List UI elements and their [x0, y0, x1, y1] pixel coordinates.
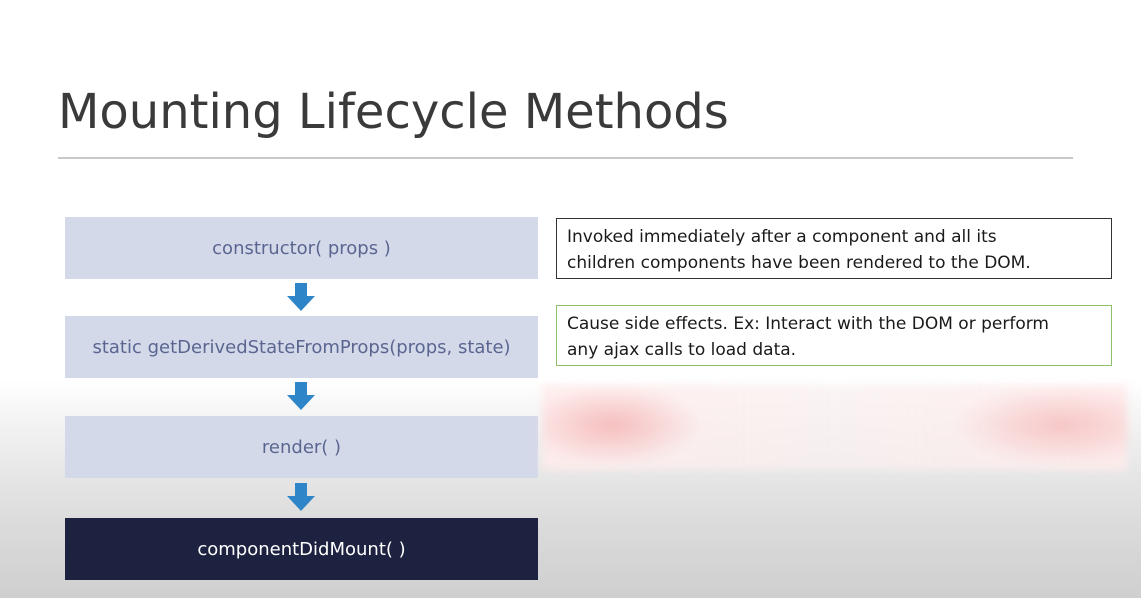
- note-line: Cause side effects. Ex: Interact with th…: [567, 314, 1049, 334]
- step-get-derived-state: static getDerivedStateFromProps(props, s…: [65, 316, 538, 378]
- note-line: children components have been rendered t…: [567, 253, 1031, 273]
- step-component-did-mount: componentDidMount( ): [65, 518, 538, 580]
- arrow-down-icon: [287, 283, 315, 311]
- note-invoked: Invoked immediately after a component an…: [556, 218, 1112, 279]
- arrow-down-icon: [287, 483, 315, 511]
- title-divider: [58, 157, 1073, 159]
- slide-title: Mounting Lifecycle Methods: [58, 84, 729, 140]
- step-constructor: constructor( props ): [65, 217, 538, 279]
- blurred-region: [542, 385, 1127, 470]
- note-side-effects: Cause side effects. Ex: Interact with th…: [556, 305, 1112, 366]
- slide: Mounting Lifecycle Methods constructor( …: [0, 0, 1141, 598]
- step-render: render( ): [65, 416, 538, 478]
- arrow-down-icon: [287, 382, 315, 410]
- note-line: Invoked immediately after a component an…: [567, 227, 997, 247]
- note-line: any ajax calls to load data.: [567, 340, 797, 360]
